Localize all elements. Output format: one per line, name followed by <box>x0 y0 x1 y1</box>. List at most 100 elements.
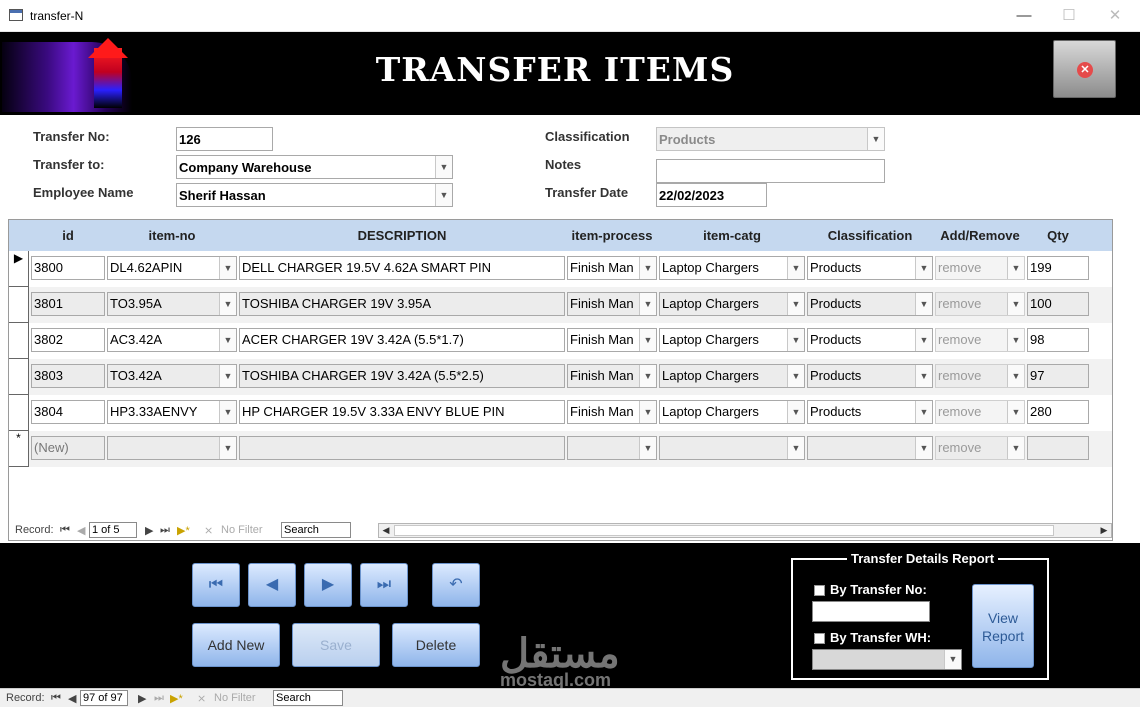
previous-record-button[interactable]: ◀ <box>248 563 296 607</box>
cell-item-process[interactable]: Finish Man ▼ <box>567 256 657 280</box>
by-transfer-wh-checkbox[interactable] <box>814 633 825 644</box>
no-filter-label[interactable]: No Filter <box>221 524 263 536</box>
cell-item-catg[interactable]: ▼ <box>659 436 805 460</box>
classification-select[interactable]: Products ▼ <box>656 127 885 151</box>
cell-id[interactable]: 3803 <box>31 364 105 388</box>
notes-field[interactable] <box>656 159 885 183</box>
chevron-down-icon[interactable]: ▼ <box>639 293 656 315</box>
scrollbar-thumb[interactable] <box>394 525 1054 536</box>
table-row[interactable]: ▶ 3800 DL4.62APIN ▼ DELL CHARGER 19.5V 4.… <box>9 251 1112 287</box>
view-report-button[interactable]: View Report <box>972 584 1034 668</box>
first-record-icon[interactable]: ⏮ <box>51 692 61 705</box>
last-record-button[interactable]: ⏭ <box>360 563 408 607</box>
minimize-icon[interactable]: — <box>1007 4 1041 28</box>
chevron-down-icon[interactable]: ▼ <box>639 257 656 279</box>
by-transfer-no-checkbox[interactable] <box>814 585 825 596</box>
first-record-icon[interactable]: ⏮ <box>60 524 70 537</box>
cell-id[interactable]: 3802 <box>31 328 105 352</box>
employee-select[interactable]: Sherif Hassan ▼ <box>176 183 453 207</box>
chevron-down-icon[interactable]: ▼ <box>787 365 804 387</box>
main-record-position-field[interactable]: 97 of 97 <box>80 690 128 706</box>
close-window-icon[interactable]: ✕ <box>1098 4 1132 28</box>
cell-qty[interactable] <box>1027 436 1089 460</box>
horizontal-scrollbar[interactable]: ◀ ▶ <box>378 523 1112 538</box>
cell-item-process[interactable]: Finish Man ▼ <box>567 400 657 424</box>
cell-item-process[interactable]: ▼ <box>567 436 657 460</box>
record-selector[interactable] <box>9 395 29 431</box>
table-row[interactable]: 3804 HP3.33AENVY ▼ HP CHARGER 19.5V 3.33A… <box>9 395 1112 431</box>
cell-description[interactable] <box>239 436 565 460</box>
cell-item-catg[interactable]: Laptop Chargers ▼ <box>659 292 805 316</box>
current-record-icon[interactable]: ▶ <box>9 251 29 287</box>
chevron-down-icon[interactable]: ▼ <box>219 365 236 387</box>
transfer-to-select[interactable]: Company Warehouse ▼ <box>176 155 453 179</box>
record-selector[interactable] <box>9 323 29 359</box>
chevron-down-icon[interactable]: ▼ <box>435 184 452 206</box>
save-button[interactable]: Save <box>292 623 380 667</box>
record-position-field[interactable]: 1 of 5 <box>89 522 137 538</box>
chevron-down-icon[interactable]: ▼ <box>639 401 656 423</box>
cell-item-no[interactable]: TO3.95A ▼ <box>107 292 237 316</box>
cell-description[interactable]: DELL CHARGER 19.5V 4.62A SMART PIN <box>239 256 565 280</box>
cell-qty[interactable]: 100 <box>1027 292 1089 316</box>
chevron-down-icon[interactable]: ▼ <box>787 437 804 459</box>
new-record-nav-icon[interactable]: ▶* <box>177 524 190 537</box>
cell-item-process[interactable]: Finish Man ▼ <box>567 292 657 316</box>
next-record-button[interactable]: ▶ <box>304 563 352 607</box>
cell-id[interactable]: 3801 <box>31 292 105 316</box>
chevron-down-icon[interactable]: ▼ <box>915 437 932 459</box>
cell-description[interactable]: ACER CHARGER 19V 3.42A (5.5*1.7) <box>239 328 565 352</box>
cell-item-no[interactable]: ▼ <box>107 436 237 460</box>
chevron-down-icon[interactable]: ▼ <box>639 329 656 351</box>
cell-item-process[interactable]: Finish Man ▼ <box>567 364 657 388</box>
chevron-down-icon[interactable]: ▼ <box>915 365 932 387</box>
chevron-down-icon[interactable]: ▼ <box>787 257 804 279</box>
last-record-icon[interactable]: ⏭ <box>160 524 170 537</box>
cell-classification[interactable]: Products ▼ <box>807 364 933 388</box>
cell-description[interactable]: TOSHIBA CHARGER 19V 3.42A (5.5*2.5) <box>239 364 565 388</box>
main-search-input[interactable]: Search <box>273 690 343 706</box>
cell-description[interactable]: HP CHARGER 19.5V 3.33A ENVY BLUE PIN <box>239 400 565 424</box>
cell-classification[interactable]: ▼ <box>807 436 933 460</box>
add-new-button[interactable]: Add New <box>192 623 280 667</box>
chevron-down-icon[interactable]: ▼ <box>915 293 932 315</box>
next-record-icon[interactable]: ▶ <box>138 692 146 705</box>
cell-classification[interactable]: Products ▼ <box>807 400 933 424</box>
chevron-down-icon[interactable]: ▼ <box>867 128 884 150</box>
cell-classification[interactable]: Products ▼ <box>807 292 933 316</box>
chevron-down-icon[interactable]: ▼ <box>435 156 452 178</box>
chevron-down-icon[interactable]: ▼ <box>787 293 804 315</box>
previous-record-icon[interactable]: ◀ <box>68 692 76 705</box>
previous-record-icon[interactable]: ◀ <box>77 524 85 537</box>
chevron-down-icon[interactable]: ▼ <box>915 329 932 351</box>
cell-id[interactable]: (New) <box>31 436 105 460</box>
record-selector[interactable] <box>9 359 29 395</box>
cell-item-catg[interactable]: Laptop Chargers ▼ <box>659 256 805 280</box>
cell-id[interactable]: 3804 <box>31 400 105 424</box>
chevron-down-icon[interactable]: ▼ <box>787 401 804 423</box>
cell-item-process[interactable]: Finish Man ▼ <box>567 328 657 352</box>
cell-item-no[interactable]: HP3.33AENVY ▼ <box>107 400 237 424</box>
chevron-down-icon[interactable]: ▼ <box>219 257 236 279</box>
cell-classification[interactable]: Products ▼ <box>807 256 933 280</box>
chevron-down-icon[interactable]: ▼ <box>915 401 932 423</box>
table-row[interactable]: 3801 TO3.95A ▼ TOSHIBA CHARGER 19V 3.95A … <box>9 287 1112 323</box>
chevron-down-icon[interactable]: ▼ <box>219 293 236 315</box>
record-selector[interactable] <box>9 287 29 323</box>
chevron-down-icon[interactable]: ▼ <box>787 329 804 351</box>
chevron-down-icon[interactable]: ▼ <box>639 437 656 459</box>
delete-button[interactable]: Delete <box>392 623 480 667</box>
cell-item-no[interactable]: TO3.42A ▼ <box>107 364 237 388</box>
cell-item-catg[interactable]: Laptop Chargers ▼ <box>659 328 805 352</box>
cell-qty[interactable]: 97 <box>1027 364 1089 388</box>
maximize-icon[interactable]: ☐ <box>1052 4 1086 28</box>
last-record-icon[interactable]: ⏭ <box>154 692 164 705</box>
close-form-button[interactable]: ✕ <box>1053 40 1116 98</box>
cell-description[interactable]: TOSHIBA CHARGER 19V 3.95A <box>239 292 565 316</box>
chevron-down-icon[interactable]: ▼ <box>219 329 236 351</box>
table-row[interactable]: 3802 AC3.42A ▼ ACER CHARGER 19V 3.42A (5.… <box>9 323 1112 359</box>
new-record-icon[interactable]: * <box>9 431 29 467</box>
chevron-down-icon[interactable]: ▼ <box>219 401 236 423</box>
cell-qty[interactable]: 98 <box>1027 328 1089 352</box>
new-record-row[interactable]: * (New) ▼ ▼ ▼ ▼ remove ▼ <box>9 431 1112 467</box>
